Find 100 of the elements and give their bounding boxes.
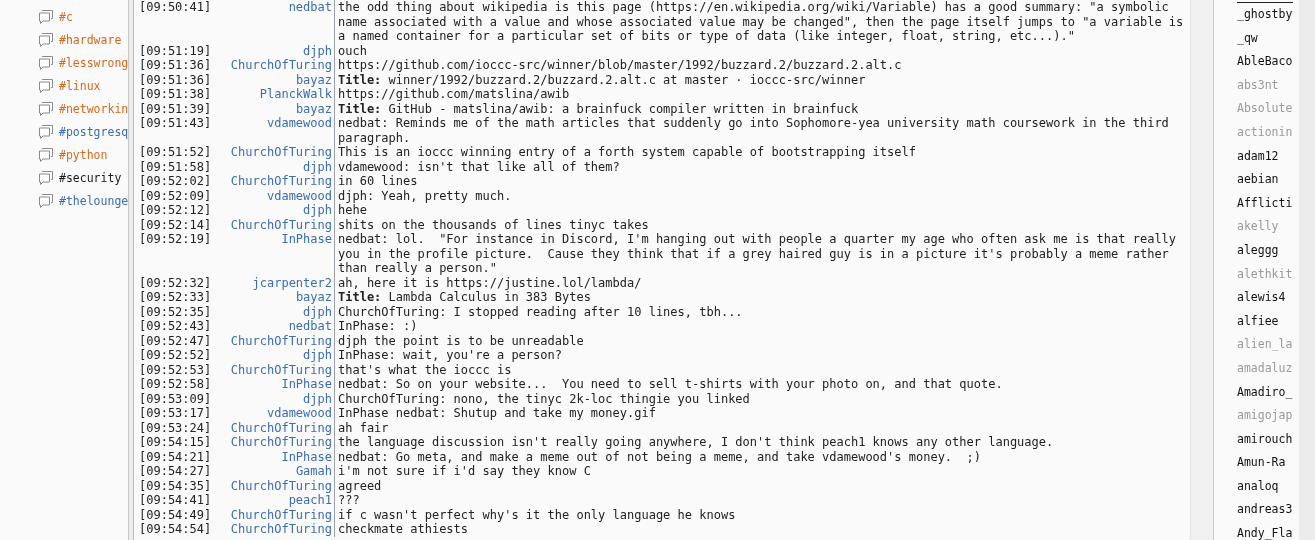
timestamp: [09:52:09] [139, 188, 213, 203]
timestamp: [09:51:52] [139, 145, 213, 160]
chat-bubbles-icon [38, 147, 54, 162]
scrollbar-track[interactable] [1190, 0, 1214, 540]
message-text: checkmate athiests [337, 522, 470, 537]
nickname[interactable]: PlanckWalk [215, 87, 335, 102]
timestamp: [09:54:27] [139, 464, 213, 479]
nickname[interactable]: djph [215, 43, 335, 58]
nickname[interactable]: ChurchOfTuring [215, 507, 335, 522]
nickname[interactable]: ChurchOfTuring [215, 217, 335, 232]
nickname[interactable]: vdamewood [215, 188, 335, 203]
nickname[interactable]: ChurchOfTuring [215, 420, 335, 435]
message-text: nedbat: lol. "For instance in Discord, I'm hanging out with people a quarter my age who often ask me is that really you in the profile picture. Cause they think that if a grey haired guy is in a picture it's probably a meme rather than really a person." [337, 232, 1178, 276]
channel-name[interactable]: #hardware [59, 32, 122, 47]
nickname[interactable]: djph [215, 304, 335, 319]
nickname[interactable]: djph [215, 159, 335, 174]
user-name[interactable]: Andy_Fla [1237, 522, 1299, 540]
nickname[interactable]: ChurchOfTuring [215, 435, 335, 450]
message-text: ah fair [337, 420, 390, 435]
user-name[interactable]: amadaluz [1237, 356, 1299, 381]
nickname[interactable]: djph [215, 203, 335, 218]
message-text: ah, here it is https://justine.lol/lambda/ [337, 275, 643, 290]
user-name[interactable]: adam12 [1237, 144, 1299, 169]
nickname[interactable]: vdamewood [215, 116, 335, 145]
user-name[interactable]: amirouch [1237, 427, 1299, 452]
nickname[interactable]: nedbat [215, 0, 335, 44]
message-text: Title: Lambda Calculus in 383 Bytes [337, 290, 592, 305]
channel-name[interactable]: #thelounge [59, 193, 128, 208]
message-text: vdamewood: isn't that like all of them? [337, 159, 621, 174]
nickname[interactable]: Gamah [215, 464, 335, 479]
nickname[interactable]: ChurchOfTuring [215, 478, 335, 493]
nickname[interactable]: ChurchOfTuring [215, 333, 335, 348]
user-name[interactable]: alethkit [1237, 262, 1299, 287]
user-name[interactable]: amigojap [1237, 404, 1299, 428]
user-name[interactable]: andreas3 [1237, 498, 1299, 523]
nickname[interactable]: djph [215, 391, 335, 406]
message-text: if c wasn't perfect why's it the only language he knows [337, 507, 737, 522]
user-name[interactable]: actionin [1237, 120, 1299, 145]
user-name[interactable]: aleggg [1237, 238, 1299, 263]
timestamp: [09:51:58] [139, 159, 213, 174]
chat-bubbles-icon [38, 193, 54, 208]
nickname[interactable]: djph [215, 348, 335, 363]
timestamp: [09:51:43] [139, 116, 213, 132]
nickname[interactable]: vdamewood [215, 406, 335, 421]
user-name[interactable]: Absolute [1237, 97, 1299, 121]
nickname[interactable]: InPhase [215, 377, 335, 392]
timestamp: [09:54:21] [139, 449, 213, 464]
nickname[interactable]: InPhase [215, 232, 335, 276]
user-name[interactable]: Amun-Ra [1237, 451, 1299, 475]
message-text: shits on the thousands of lines tinyc takes [337, 217, 650, 232]
user-name[interactable]: AbleBaco [1237, 50, 1299, 74]
channel-name[interactable]: #security [59, 170, 122, 185]
user-name[interactable]: analoq [1237, 474, 1299, 499]
channel-name[interactable]: #python [59, 147, 108, 162]
channel-name[interactable]: #postgresq [59, 124, 128, 139]
timestamp: [09:52:53] [139, 362, 213, 377]
user-name[interactable]: abs3nt [1237, 73, 1299, 98]
channel-name[interactable]: #networkin [59, 101, 128, 116]
nickname[interactable]: jcarpenter2 [215, 275, 335, 290]
nickname[interactable]: bayaz [215, 290, 335, 305]
timestamp: [09:52:52] [139, 348, 213, 363]
nickname[interactable]: nedbat [215, 319, 335, 334]
channel-name[interactable]: #c [59, 9, 73, 24]
user-name[interactable]: akelly [1237, 215, 1299, 239]
timestamp: [09:53:24] [139, 420, 213, 435]
message-text: that's what the ioccc is [337, 362, 513, 377]
nickname[interactable]: bayaz [215, 101, 335, 116]
user-name[interactable]: alfiee [1237, 309, 1299, 334]
timestamp: [09:54:54] [139, 522, 213, 537]
user-name[interactable]: Amadiro_ [1237, 380, 1299, 405]
message-text: ouch [337, 43, 368, 58]
timestamp: [09:52:19] [139, 232, 213, 248]
nickname[interactable]: ChurchOfTuring [215, 362, 335, 377]
message-text: ??? [337, 493, 361, 508]
nickname[interactable]: InPhase [215, 449, 335, 464]
nickname[interactable]: peach1 [215, 493, 335, 508]
nickname[interactable]: ChurchOfTuring [215, 145, 335, 160]
user-name[interactable]: _qw [1237, 26, 1299, 51]
user-name[interactable]: Afflicti [1237, 191, 1299, 216]
message-text: This is an ioccc winning entry of a forth system capable of bootstrapping itself [337, 145, 917, 160]
channel-name[interactable]: #linux [59, 78, 101, 93]
timestamp: [09:52:32] [139, 275, 213, 290]
nickname[interactable]: ChurchOfTuring [215, 522, 335, 537]
user-name[interactable]: alewis4 [1237, 286, 1299, 310]
user-name[interactable]: aebian [1237, 168, 1299, 192]
timestamp: [09:53:09] [139, 391, 213, 406]
timestamp: [09:52:14] [139, 217, 213, 232]
message-text: agreed [337, 478, 383, 493]
message-text: https://github.com/matslina/awib [337, 87, 571, 102]
nickname[interactable]: bayaz [215, 72, 335, 87]
message-text: InPhase: wait, you're a person? [337, 348, 563, 363]
channel-name[interactable]: #lesswrong [59, 55, 128, 70]
chat-bubbles-icon [38, 32, 54, 47]
timestamp: [09:52:47] [139, 333, 213, 348]
user-name[interactable]: _ghostby [1237, 3, 1299, 27]
nickname[interactable]: ChurchOfTuring [215, 174, 335, 189]
chat-bubbles-icon [38, 101, 54, 116]
message-text: InPhase nedbat: Shutup and take my money.gif [337, 406, 657, 421]
nickname[interactable]: ChurchOfTuring [215, 58, 335, 73]
user-name[interactable]: alien_la [1237, 333, 1299, 357]
